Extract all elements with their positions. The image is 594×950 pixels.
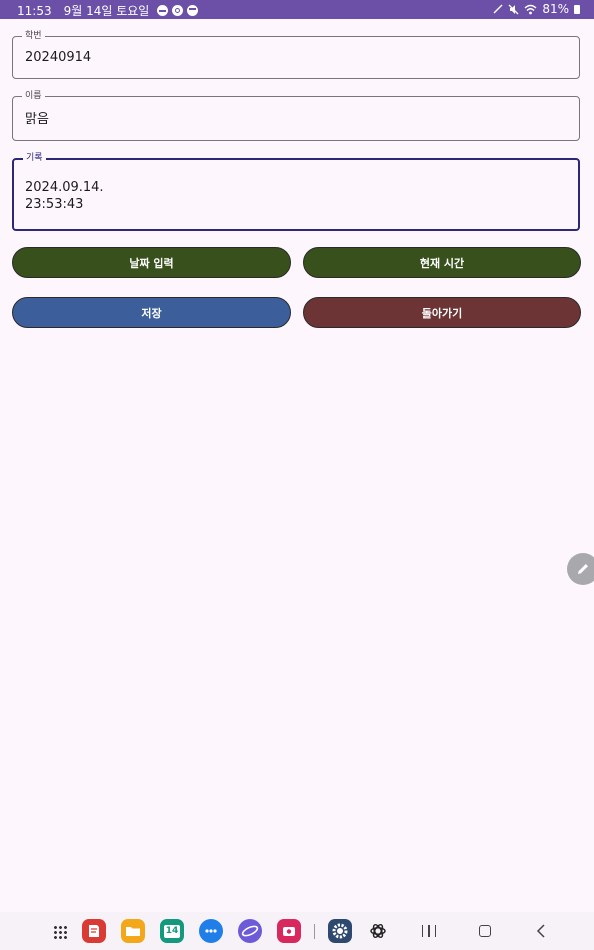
pencil-icon bbox=[578, 564, 588, 574]
status-left: 11:53 9월 14일 토요일 bbox=[17, 2, 202, 19]
name-label: 이름 bbox=[22, 90, 45, 102]
battery-percent: 81% bbox=[542, 2, 569, 16]
screen-recorder-app-icon[interactable] bbox=[277, 919, 301, 943]
recent-apps-button[interactable] bbox=[422, 925, 436, 937]
pen-icon bbox=[493, 4, 503, 14]
student-id-field[interactable]: 학번 20240914 bbox=[12, 30, 580, 79]
home-button[interactable] bbox=[479, 925, 491, 937]
student-id-value[interactable]: 20240914 bbox=[25, 49, 91, 67]
sync-icon bbox=[172, 5, 184, 16]
status-right: 81% bbox=[493, 2, 580, 16]
wifi-icon bbox=[524, 4, 537, 14]
status-date: 9월 14일 토요일 bbox=[63, 4, 150, 18]
record-label: 기록 bbox=[23, 152, 46, 164]
calendar-day: 14 bbox=[163, 924, 181, 938]
taskbar-divider bbox=[314, 924, 315, 939]
settings-app-icon[interactable] bbox=[328, 919, 352, 943]
notification-face-icon bbox=[187, 5, 199, 16]
record-value[interactable]: 2024.09.14. 23:53:43 bbox=[25, 179, 104, 213]
navigation-bar: 14 bbox=[0, 912, 594, 950]
name-field[interactable]: 이름 맑음 bbox=[12, 90, 580, 141]
record-field[interactable]: 기록 2024.09.14. 23:53:43 bbox=[12, 152, 580, 231]
status-bar: 11:53 9월 14일 토요일 81% bbox=[0, 0, 594, 19]
mute-icon bbox=[508, 4, 519, 14]
back-nav-icon[interactable] bbox=[536, 924, 546, 938]
notes-app-icon[interactable] bbox=[82, 919, 106, 943]
apps-grid-icon[interactable] bbox=[53, 925, 67, 939]
student-id-label: 학번 bbox=[22, 30, 45, 42]
internet-app-icon[interactable] bbox=[238, 919, 262, 943]
files-app-icon[interactable] bbox=[121, 919, 145, 943]
name-value[interactable]: 맑음 bbox=[25, 111, 49, 129]
save-button[interactable]: 저장 bbox=[12, 297, 291, 328]
do-not-disturb-icon bbox=[157, 5, 169, 16]
battery-icon bbox=[574, 4, 580, 14]
calendar-app-icon[interactable]: 14 bbox=[160, 919, 184, 943]
chatgpt-app-icon[interactable] bbox=[366, 919, 390, 943]
current-time-button[interactable]: 현재 시간 bbox=[303, 247, 581, 278]
messages-app-icon[interactable] bbox=[199, 919, 223, 943]
date-input-button[interactable]: 날짜 입력 bbox=[12, 247, 291, 278]
edge-pen-handle[interactable] bbox=[567, 553, 594, 585]
status-time: 11:53 bbox=[17, 3, 52, 18]
back-button[interactable]: 돌아가기 bbox=[303, 297, 581, 328]
